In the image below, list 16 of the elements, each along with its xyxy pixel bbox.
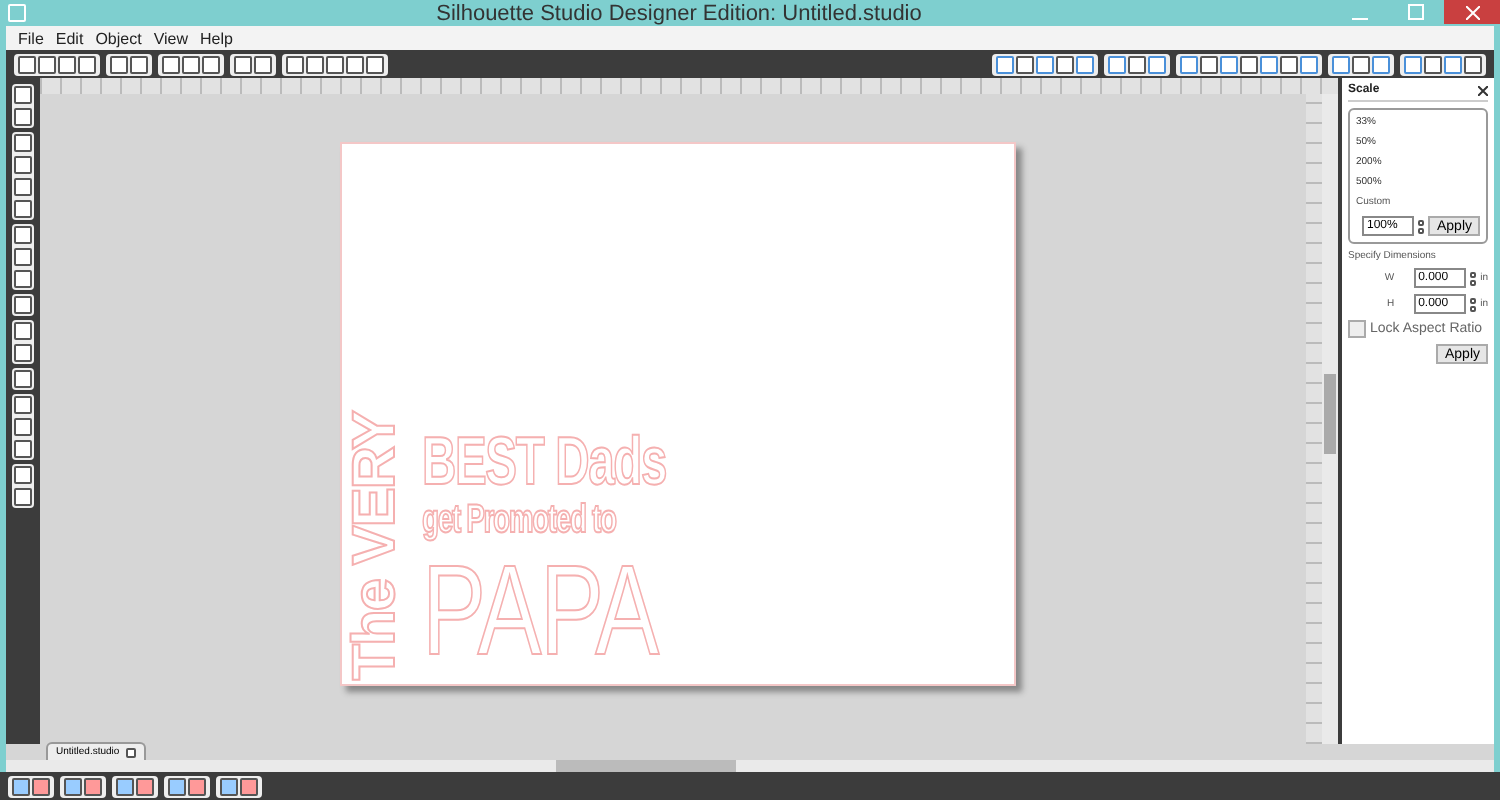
design-text: BEST Dads [422,428,666,496]
vertical-scrollbar[interactable] [1322,94,1338,744]
close-button[interactable] [1444,0,1500,24]
maximize-icon [1408,4,1424,20]
horizontal-scrollbar[interactable] [6,760,1494,772]
minimize-icon [1352,17,1368,19]
menu-item[interactable]: View [153,29,189,47]
design-text: PAPA [422,546,658,674]
menu-item[interactable]: Help [200,29,233,47]
design-text: get Promoted to [422,500,616,540]
checkbox[interactable] [1348,320,1366,338]
menu-item[interactable]: File [18,29,44,47]
window-title: Silhouette Studio Designer Edition: Untitled.studio [434,1,924,25]
design-text: The VERY [346,411,406,680]
menu-item[interactable]: Object [95,29,142,47]
menu-item[interactable]: Edit [55,29,84,47]
